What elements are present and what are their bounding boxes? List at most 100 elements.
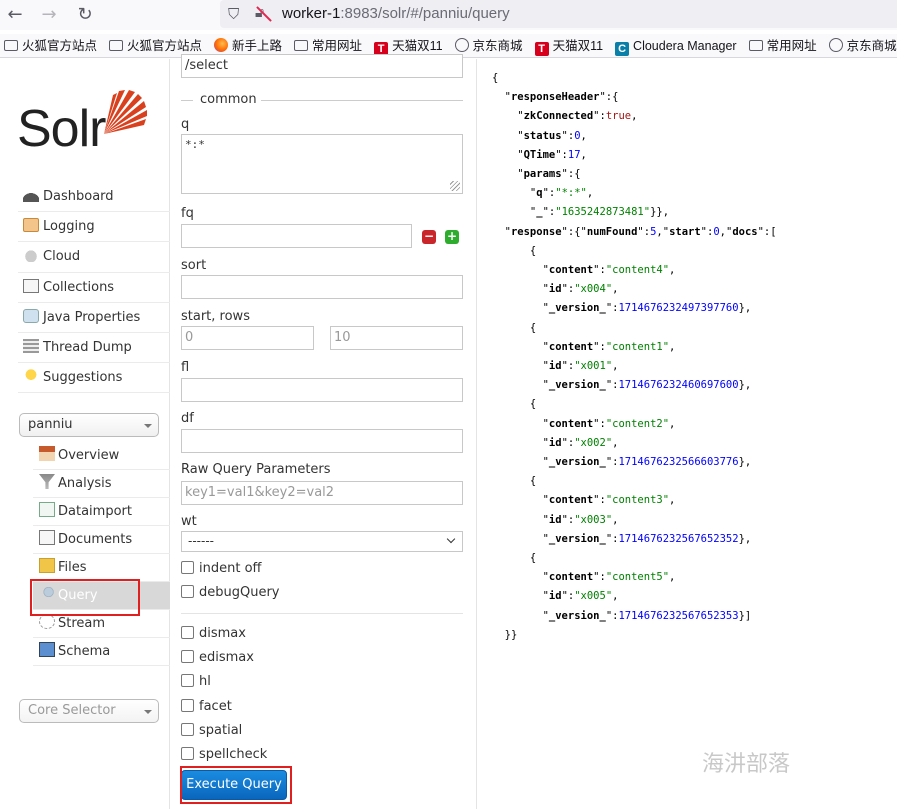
core-nav-item-analysis[interactable]: Analysis — [33, 470, 170, 498]
sidebar-item-collections[interactable]: Collections — [18, 273, 170, 303]
core-nav-label: Analysis — [58, 476, 112, 491]
core-nav-item-documents[interactable]: Documents — [33, 526, 170, 554]
checkbox-indent-off[interactable]: indent off — [181, 561, 261, 579]
forward-icon[interactable]: → — [38, 4, 60, 26]
shield-icon[interactable]: ⛉ — [228, 5, 244, 23]
checkbox-label: facet — [199, 698, 232, 714]
sidebar-item-cloud[interactable]: Cloud — [18, 242, 170, 273]
folder-icon — [4, 40, 18, 51]
checkbox-label: edismax — [199, 650, 254, 666]
q-textarea[interactable]: *:* — [181, 134, 463, 194]
sidebar-item-suggestions[interactable]: Suggestions — [18, 363, 170, 394]
sidebar-item-label: Dashboard — [43, 189, 114, 204]
checkbox-box[interactable] — [181, 722, 194, 736]
sidebar-item-label: Thread Dump — [43, 339, 132, 355]
sidebar-item-logging[interactable]: Logging — [18, 212, 170, 243]
df-label: df — [181, 411, 194, 426]
folder-icon — [748, 40, 763, 51]
bookmark-label: 常用网址 — [312, 39, 363, 53]
core-nav-item-overview[interactable]: Overview — [33, 442, 170, 470]
core-selector[interactable]: Core Selector — [19, 699, 159, 723]
url-text[interactable]: worker-1:8983/solr/#/panniu/query — [282, 5, 510, 22]
checkbox-label: spellcheck — [199, 747, 268, 762]
checkbox-box[interactable] — [181, 585, 194, 598]
dashboard-icon — [23, 188, 39, 202]
checkbox-dismax[interactable]: dismax — [181, 626, 246, 644]
resize-handle[interactable] — [450, 181, 460, 191]
core-nav-item-schema[interactable]: Schema — [33, 638, 170, 666]
globe-icon — [454, 38, 469, 52]
sidebar-item-dashboard[interactable]: Dashboard — [18, 182, 170, 213]
analysis-icon — [39, 474, 55, 489]
wt-select[interactable]: ------ — [181, 531, 463, 552]
df-input[interactable] — [181, 429, 463, 453]
core-nav-label: Schema — [58, 644, 111, 659]
address-bar[interactable]: ⛉ 🔓︎ worker-1:8983/solr/#/panniu/query — [220, 0, 897, 28]
query-result-panel: { "responseHeader":{ "zkConnected":true,… — [478, 59, 897, 809]
checkbox-box[interactable] — [181, 674, 194, 688]
fl-input[interactable] — [181, 378, 463, 402]
request-handler-input[interactable]: /select — [181, 54, 463, 78]
checkbox-facet[interactable]: facet — [181, 698, 232, 717]
core-nav-label: Overview — [58, 448, 120, 463]
bookmark-label: 天猫双11 — [392, 39, 443, 53]
globe-icon — [828, 38, 843, 52]
bookmark-item[interactable]: 京东商城 — [828, 34, 897, 57]
q-label: q — [181, 117, 190, 132]
dataimport-icon — [39, 502, 55, 517]
raw-params-input[interactable]: key1=val1&key2=val2 — [181, 481, 463, 505]
checkbox-spellcheck[interactable]: spellcheck — [181, 747, 267, 765]
suggestions-icon — [23, 369, 39, 384]
checkbox-label: debugQuery — [199, 585, 280, 600]
cloudera-icon: C — [615, 42, 630, 56]
back-icon[interactable]: ← — [4, 4, 26, 26]
query-highlight-box — [30, 579, 140, 616]
insecure-lock-icon[interactable]: 🔓︎ — [255, 5, 271, 23]
logging-icon — [23, 218, 39, 233]
checkbox-debugquery[interactable]: debugQuery — [181, 585, 280, 603]
fq-input[interactable] — [181, 224, 412, 248]
chevron-down-icon — [144, 424, 152, 428]
core-nav: Overview Analysis Dataimport Documents Files… — [33, 442, 170, 666]
overview-icon — [39, 446, 55, 461]
bookmark-item[interactable]: 常用网址 — [748, 34, 817, 57]
sidebar-item-java-properties[interactable]: Java Properties — [18, 303, 170, 333]
folder-icon — [109, 40, 124, 51]
legend-line-left — [181, 100, 193, 101]
bookmark-item[interactable]: 火狐官方站点 — [4, 34, 97, 57]
start-rows-label: start, rows — [181, 309, 250, 324]
bookmark-label: 常用网址 — [766, 39, 817, 53]
checkbox-box[interactable] — [181, 747, 194, 760]
stream-icon — [39, 614, 55, 629]
core-nav-item-files[interactable]: Files — [33, 554, 170, 582]
solr-logo[interactable]: Solr — [17, 89, 152, 164]
checkbox-hl[interactable]: hl — [181, 674, 211, 692]
sidebar-item-label: Java Properties — [43, 309, 141, 325]
collection-selector[interactable]: panniu — [19, 413, 159, 437]
wt-label: wt — [181, 514, 197, 529]
tmall-icon: T — [534, 42, 549, 56]
start-input[interactable]: 0 — [181, 326, 314, 350]
checkbox-box[interactable] — [181, 626, 194, 639]
remove-fq-button[interactable]: − — [422, 230, 436, 244]
bookmark-item[interactable]: T 天猫双11 — [534, 34, 603, 57]
fq-label: fq — [181, 206, 194, 221]
reload-icon[interactable]: ↻ — [74, 4, 96, 26]
rows-input[interactable]: 10 — [330, 326, 463, 350]
wt-selected-value: ------ — [188, 534, 214, 548]
core-nav-item-dataimport[interactable]: Dataimport — [33, 498, 170, 526]
sort-input[interactable] — [181, 275, 463, 299]
checkbox-spatial[interactable]: spatial — [181, 722, 243, 741]
add-fq-button[interactable]: + — [445, 230, 459, 244]
bookmark-label: 新手上路 — [232, 39, 283, 53]
checkbox-edismax[interactable]: edismax — [181, 650, 254, 668]
bookmark-item[interactable]: 京东商城 — [454, 34, 523, 57]
checkbox-box[interactable] — [181, 650, 194, 664]
checkbox-box[interactable] — [181, 698, 194, 712]
bookmark-label: 京东商城 — [846, 39, 897, 53]
checkbox-box[interactable] — [181, 561, 194, 574]
bookmark-item[interactable]: C Cloudera Manager — [615, 34, 737, 57]
bookmark-label: 火狐官方站点 — [127, 39, 203, 53]
checkbox-label: spatial — [199, 722, 243, 738]
sidebar-item-thread-dump[interactable]: Thread Dump — [18, 333, 170, 364]
